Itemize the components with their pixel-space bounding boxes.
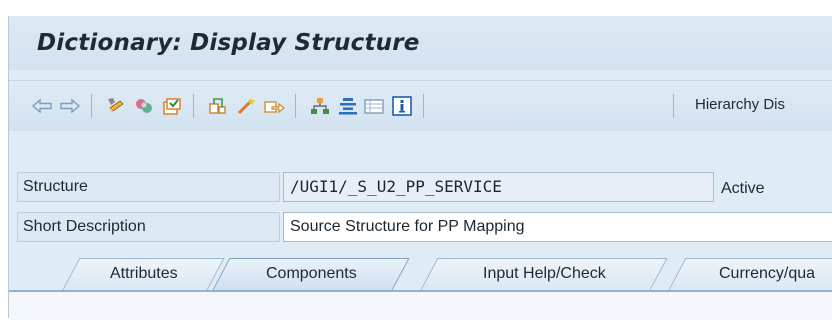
tab-attributes[interactable]: Attributes (62, 258, 225, 290)
tab-components[interactable]: Components (212, 258, 410, 290)
display-change-icon[interactable] (105, 95, 127, 117)
tab-input-help-check[interactable]: Input Help/Check (420, 258, 668, 290)
where-used-icon[interactable] (235, 95, 257, 117)
toolbar-separator (673, 94, 674, 118)
hierarchy-icon[interactable] (337, 95, 359, 117)
activate-icon[interactable] (207, 95, 229, 117)
forward-arrow-icon[interactable] (59, 95, 81, 117)
tab-attributes-label: Attributes (109, 265, 178, 282)
tab-content-area (9, 290, 832, 320)
tab-currency-quantity[interactable]: Currency/qua (668, 258, 832, 290)
check-icon[interactable] (161, 95, 183, 117)
short-description-label: Short Description (17, 212, 280, 242)
table-icon[interactable] (363, 95, 385, 117)
toolbar-separator (91, 94, 92, 118)
tab-components-label: Components (265, 265, 357, 282)
navigate-icon[interactable] (263, 95, 285, 117)
info-icon[interactable] (391, 95, 413, 117)
hierarchy-display-button[interactable]: Hierarchy Dis (695, 96, 785, 113)
page-title: Dictionary: Display Structure (37, 30, 420, 56)
back-arrow-icon[interactable] (31, 95, 53, 117)
application-toolbar: Hierarchy Dis (9, 80, 832, 131)
tab-currency-quantity-label: Currency/qua (718, 265, 816, 282)
structure-label: Structure (17, 172, 280, 202)
tab-strip: Attributes Components Input Help/Check C… (9, 254, 832, 290)
status-badge: Active (721, 180, 765, 197)
title-bar: Dictionary: Display Structure (9, 16, 832, 70)
object-list-icon[interactable] (309, 95, 331, 117)
sap-window: Dictionary: Display Structure Hierarchy … (8, 16, 832, 320)
short-description-field[interactable]: Source Structure for PP Mapping (283, 212, 832, 242)
toolbar-separator (295, 94, 296, 118)
structure-field[interactable]: /UGI1/_S_U2_PP_SERVICE (283, 172, 714, 202)
tab-input-help-check-label: Input Help/Check (482, 265, 606, 282)
toolbar-separator (193, 94, 194, 118)
toolbar-separator (423, 94, 424, 118)
other-object-icon[interactable] (133, 95, 155, 117)
